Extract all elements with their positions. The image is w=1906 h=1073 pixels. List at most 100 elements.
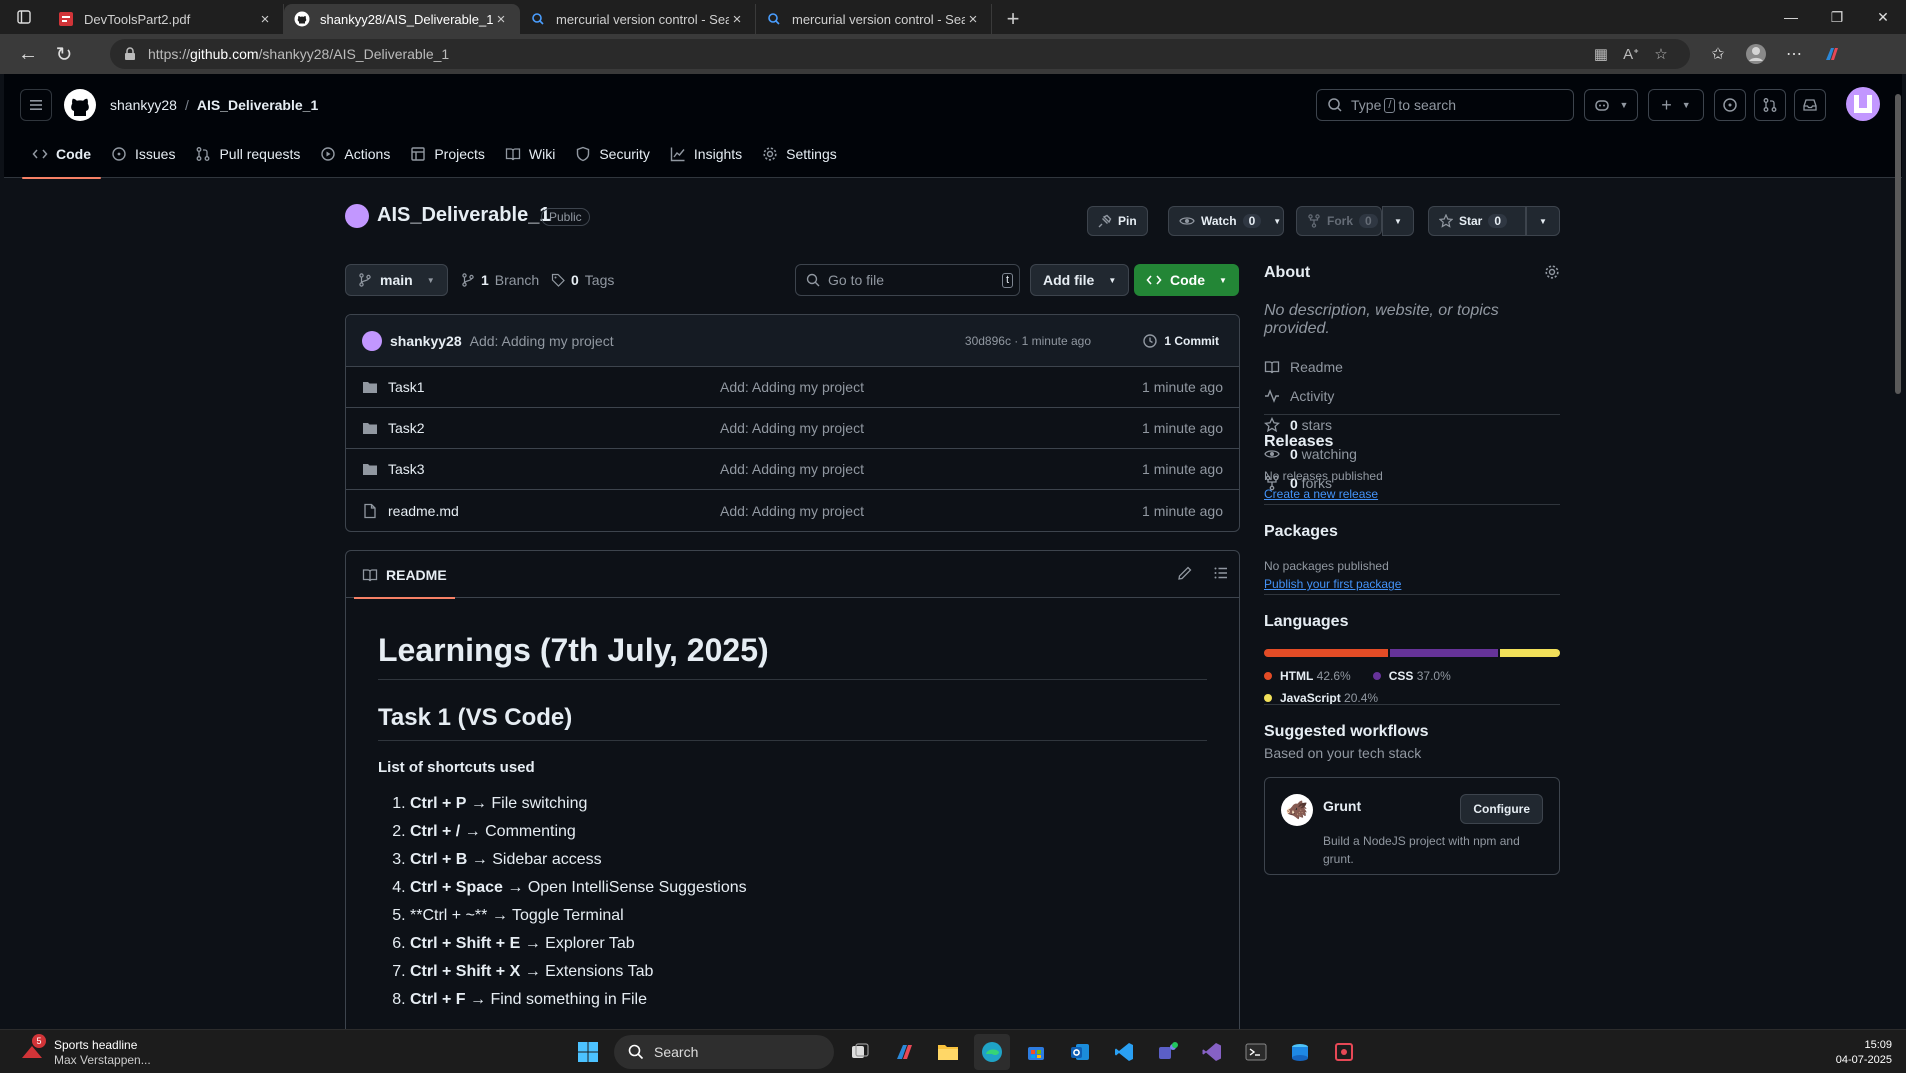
new-tab-button[interactable]: +	[998, 4, 1028, 34]
close-window-icon[interactable]: ✕	[1860, 0, 1906, 34]
store-icon[interactable]	[1018, 1034, 1054, 1070]
tab-actions[interactable]: Actions	[310, 129, 400, 178]
taskbar-search[interactable]: Search	[614, 1035, 834, 1069]
profile-icon[interactable]	[1742, 40, 1770, 68]
activity-link[interactable]: Activity	[1264, 381, 1560, 410]
close-tab-icon[interactable]: ×	[493, 11, 509, 28]
vscode-icon[interactable]	[1106, 1034, 1142, 1070]
browser-tab[interactable]: mercurial version control - Search ×	[756, 4, 992, 34]
browser-tab-active[interactable]: shankyy28/AIS_Deliverable_1 ×	[284, 4, 520, 34]
page-scrollbar[interactable]	[1894, 74, 1902, 1029]
file-row[interactable]: Task3 Add: Adding my project 1 minute ag…	[346, 449, 1239, 490]
minimize-icon[interactable]: —	[1768, 0, 1814, 34]
visual-studio-icon[interactable]	[1194, 1034, 1230, 1070]
file-row[interactable]: Task2 Add: Adding my project 1 minute ag…	[346, 408, 1239, 449]
file-explorer-icon[interactable]	[930, 1034, 966, 1070]
azure-data-studio-icon[interactable]	[1282, 1034, 1318, 1070]
edge-browser-icon[interactable]	[974, 1034, 1010, 1070]
more-menu-icon[interactable]: ⋯	[1780, 40, 1808, 68]
outlook-icon[interactable]	[1062, 1034, 1098, 1070]
windows-start-icon[interactable]	[570, 1034, 606, 1070]
file-name[interactable]: Task2	[388, 420, 425, 436]
commit-meta[interactable]: 30d896c · 1 minute ago	[965, 334, 1091, 348]
file-row[interactable]: readme.md Add: Adding my project 1 minut…	[346, 490, 1239, 531]
file-name[interactable]: Task3	[388, 461, 425, 477]
task-view-icon[interactable]	[842, 1034, 878, 1070]
watch-button[interactable]: Watch 0 ▼	[1168, 206, 1284, 236]
gear-icon[interactable]	[1544, 264, 1560, 280]
close-tab-icon[interactable]: ×	[257, 11, 273, 28]
repo-link[interactable]: AIS_Deliverable_1	[197, 97, 318, 113]
github-logo-icon[interactable]	[64, 89, 96, 121]
star-button[interactable]: Star 0	[1428, 206, 1526, 236]
search-input[interactable]: Type / to search	[1316, 89, 1574, 121]
close-tab-icon[interactable]: ×	[729, 11, 745, 28]
packages-title[interactable]: Packages	[1264, 523, 1560, 541]
go-to-file-input[interactable]: Go to file t	[795, 264, 1020, 296]
owner-link[interactable]: shankyy28	[110, 97, 177, 113]
star-dropdown[interactable]: ▼	[1526, 206, 1560, 236]
language-item[interactable]: HTML 42.6%	[1264, 669, 1351, 683]
restore-icon[interactable]: ❐	[1814, 0, 1860, 34]
branch-selector[interactable]: main ▼	[345, 264, 448, 296]
tab-projects[interactable]: Projects	[400, 129, 495, 178]
pin-button[interactable]: Pin	[1087, 206, 1148, 236]
repo-name[interactable]: AIS_Deliverable_1	[377, 204, 550, 227]
fork-dropdown[interactable]: ▼	[1382, 206, 1414, 236]
commits-link[interactable]: 1 Commit	[1142, 333, 1219, 349]
app-available-icon[interactable]: ▦	[1586, 45, 1616, 63]
tab-security[interactable]: Security	[565, 129, 660, 178]
tab-pull-requests[interactable]: Pull requests	[185, 129, 310, 178]
file-name[interactable]: Task1	[388, 379, 425, 395]
file-commit-message[interactable]: Add: Adding my project	[720, 420, 864, 436]
file-commit-message[interactable]: Add: Adding my project	[720, 503, 864, 519]
file-row[interactable]: Task1 Add: Adding my project 1 minute ag…	[346, 367, 1239, 408]
system-clock[interactable]: 15:09 04-07-2025	[1836, 1038, 1892, 1068]
scrollbar-thumb[interactable]	[1895, 94, 1901, 394]
releases-title[interactable]: Releases	[1264, 433, 1560, 451]
file-commit-message[interactable]: Add: Adding my project	[720, 379, 864, 395]
issues-button[interactable]	[1714, 89, 1746, 121]
branches-link[interactable]: 1 Branch	[461, 264, 539, 296]
read-aloud-icon[interactable]: Aᐩ	[1616, 45, 1646, 63]
tab-code[interactable]: Code	[22, 129, 101, 179]
snipping-tool-icon[interactable]	[1326, 1034, 1362, 1070]
code-button[interactable]: Code ▼	[1134, 264, 1239, 296]
tab-actions-icon[interactable]	[0, 0, 48, 34]
teams-icon[interactable]	[1150, 1034, 1186, 1070]
tab-issues[interactable]: Issues	[101, 129, 185, 178]
configure-button[interactable]: Configure	[1460, 794, 1543, 824]
hamburger-menu-icon[interactable]	[20, 89, 52, 121]
tab-wiki[interactable]: Wiki	[495, 129, 565, 178]
outline-list-icon[interactable]	[1213, 565, 1229, 581]
pull-requests-button[interactable]	[1754, 89, 1786, 121]
commit-message[interactable]: Add: Adding my project	[470, 333, 614, 349]
browser-tab[interactable]: DevToolsPart2.pdf ×	[48, 4, 284, 34]
copilot-button[interactable]: ▼	[1584, 89, 1638, 121]
create-new-button[interactable]: + ▼	[1648, 89, 1704, 121]
tags-link[interactable]: 0 Tags	[551, 264, 614, 296]
user-avatar[interactable]	[1846, 87, 1880, 121]
url-field[interactable]: https://github.com/shankyy28/AIS_Deliver…	[110, 39, 1690, 69]
file-name[interactable]: readme.md	[388, 503, 459, 519]
file-commit-message[interactable]: Add: Adding my project	[720, 461, 864, 477]
terminal-icon[interactable]	[1238, 1034, 1274, 1070]
browser-tab[interactable]: mercurial version control - Search ×	[520, 4, 756, 34]
tab-insights[interactable]: Insights	[660, 129, 752, 178]
language-item[interactable]: JavaScript 20.4%	[1264, 691, 1378, 705]
copilot-icon[interactable]	[1818, 40, 1846, 68]
add-file-button[interactable]: Add file ▼	[1030, 264, 1130, 296]
tab-settings[interactable]: Settings	[752, 129, 847, 178]
favorite-star-icon[interactable]: ☆	[1646, 45, 1676, 63]
close-tab-icon[interactable]: ×	[965, 11, 981, 28]
readme-tab[interactable]: README	[354, 551, 455, 599]
publish-package-link[interactable]: Publish your first package	[1264, 577, 1560, 591]
copilot-app-icon[interactable]	[886, 1034, 922, 1070]
news-widget[interactable]: 5 Sports headline Max Verstappen...	[20, 1034, 151, 1068]
create-release-link[interactable]: Create a new release	[1264, 487, 1560, 501]
edit-pencil-icon[interactable]	[1177, 565, 1193, 581]
language-item[interactable]: CSS 37.0%	[1372, 669, 1451, 683]
commit-author[interactable]: shankyy28	[390, 333, 462, 349]
favorites-icon[interactable]: ✩	[1704, 40, 1732, 68]
inbox-button[interactable]	[1794, 89, 1826, 121]
